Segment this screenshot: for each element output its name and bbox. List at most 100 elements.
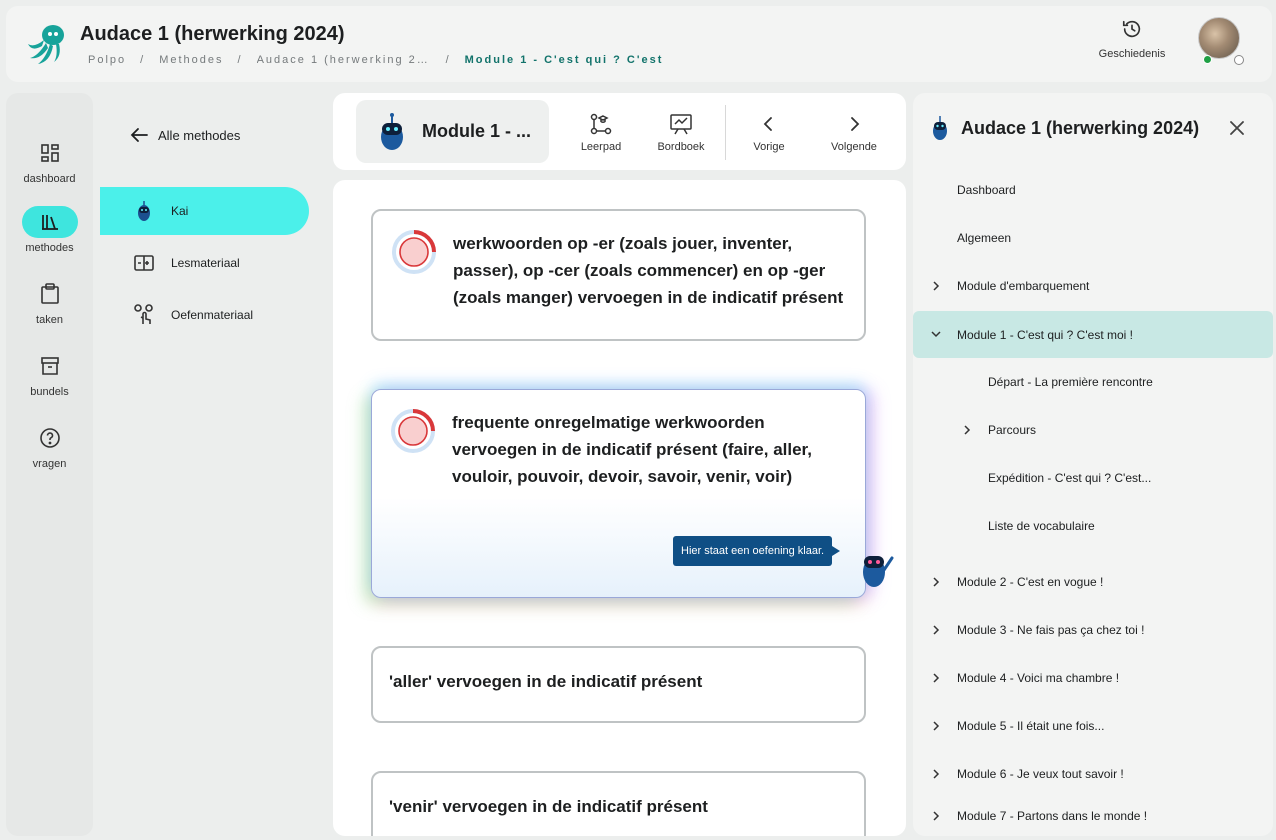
breadcrumb-method[interactable]: Audace 1 (herwerking 2024) — [257, 54, 432, 66]
exercise-card[interactable]: 'venir' vervoegen in de indicatif présen… — [371, 771, 866, 836]
method-item-kai[interactable]: Kai — [100, 187, 309, 235]
progress-ring-icon — [392, 230, 436, 274]
panel-title: Audace 1 (herwerking 2024) — [961, 117, 1200, 138]
octopus-logo-icon[interactable] — [24, 22, 68, 66]
tree-item-label: Module 6 - Je veux tout savoir ! — [957, 767, 1124, 781]
vorige-label: Vorige — [753, 141, 785, 153]
toolbar-divider — [725, 105, 726, 160]
chevron-right-icon[interactable] — [961, 424, 973, 436]
tree-item-algemeen[interactable]: Algemeen — [913, 218, 1273, 258]
practice-material-icon — [134, 304, 153, 324]
exercise-title: 'aller' vervoegen in de indicatif présen… — [389, 672, 703, 691]
dashboard-icon — [40, 144, 59, 162]
chevron-right-icon[interactable] — [930, 720, 942, 732]
tree-item-label: Module 4 - Voici ma chambre ! — [957, 671, 1120, 685]
books-icon — [41, 215, 58, 230]
rail-item-bundels[interactable]: bundels — [6, 350, 93, 398]
rail-label-vragen: vragen — [32, 458, 67, 470]
tree-item-module-6[interactable]: Module 6 - Je veux tout savoir ! — [913, 754, 1273, 794]
kai-robot-icon — [138, 201, 150, 221]
chevron-down-icon[interactable] — [930, 328, 942, 340]
tree-item-label: Module 7 - Partons dans le monde ! — [957, 809, 1148, 823]
rail-item-methodes[interactable]: methodes — [6, 206, 93, 254]
user-avatar[interactable] — [1198, 17, 1240, 59]
app-title: Audace 1 (herwerking 2024) — [80, 23, 345, 45]
breadcrumb-polpo[interactable]: Polpo — [88, 54, 126, 66]
module-chip-label: Module 1 - ... — [422, 121, 532, 141]
tree-item-label: Parcours — [988, 423, 1037, 437]
tree-item-module-1[interactable]: Module 1 - C'est qui ? C'est moi ! — [913, 311, 1273, 358]
rail-item-dashboard[interactable]: dashboard — [6, 137, 93, 185]
rail-label-taken: taken — [36, 314, 63, 326]
history-button[interactable]: Geschiedenis — [1090, 18, 1174, 60]
tree-item-module-embarquement[interactable]: Module d'embarquement — [913, 266, 1273, 306]
bordboek-button[interactable]: Bordboek — [645, 113, 717, 153]
tree-item-dashboard[interactable]: Dashboard — [913, 170, 1273, 210]
exercise-card-highlighted[interactable]: frequente onregelmatige werkwoorden verv… — [371, 389, 866, 598]
breadcrumb: Polpo / Methodes / Audace 1 (herwerking … — [88, 54, 665, 66]
tree-item-label: Module d'embarquement — [957, 279, 1090, 293]
tree-item-module-7[interactable]: Module 7 - Partons dans le monde ! — [913, 796, 1273, 836]
chevron-right-icon[interactable] — [930, 624, 942, 636]
method-item-label: Kai — [171, 204, 189, 218]
tree-item-module-3[interactable]: Module 3 - Ne fais pas ça chez toi ! — [913, 610, 1273, 650]
module-tree-panel: Audace 1 (herwerking 2024) Dashboard Alg… — [913, 93, 1273, 836]
exercise-title: frequente onregelmatige werkwoorden verv… — [452, 413, 812, 486]
module-selector[interactable]: Module 1 - ... — [356, 100, 549, 163]
history-label: Geschiedenis — [1098, 48, 1166, 60]
tree-item-depart[interactable]: Départ - La première rencontre — [913, 362, 1273, 402]
arrow-left-icon — [130, 128, 148, 142]
tree-item-parcours[interactable]: Parcours — [913, 410, 1273, 450]
kai-tooltip: Hier staat een oefening klaar. — [673, 536, 841, 566]
exercise-card[interactable]: 'aller' vervoegen in de indicatif présen… — [371, 646, 866, 723]
vorige-button[interactable]: Vorige — [733, 113, 805, 153]
method-item-label: Lesmateriaal — [171, 256, 240, 270]
chevron-right-icon[interactable] — [930, 280, 942, 292]
chevron-left-icon — [763, 117, 772, 131]
history-icon — [1122, 20, 1141, 38]
method-item-oefenmateriaal[interactable]: Oefenmateriaal — [100, 291, 309, 339]
method-item-label: Oefenmateriaal — [171, 308, 254, 322]
module-toolbar: Module 1 - ... Leerpad Bordboek Vorige V… — [333, 93, 906, 170]
tree-item-label: Module 3 - Ne fais pas ça chez toi ! — [957, 623, 1145, 637]
tree-item-vocabulaire[interactable]: Liste de vocabulaire — [913, 506, 1273, 546]
help-question-icon — [39, 428, 60, 448]
exercise-list: werkwoorden op -er (zoals jouer, invente… — [333, 180, 906, 836]
tree-item-label: Module 2 - C'est en vogue ! — [957, 575, 1104, 589]
lesson-material-icon — [134, 255, 154, 271]
rail-item-vragen[interactable]: vragen — [6, 422, 93, 470]
panel-header: Audace 1 (herwerking 2024) — [931, 115, 1199, 141]
method-item-lesmateriaal[interactable]: Lesmateriaal — [100, 239, 309, 287]
kai-robot-mascot-icon[interactable] — [858, 544, 894, 590]
whiteboard-icon — [670, 114, 692, 135]
tree-item-expedition[interactable]: Expédition - C'est qui ? C'est... — [913, 458, 1273, 498]
back-label: Alle methodes — [158, 127, 241, 143]
tree-item-label: Départ - La première rencontre — [988, 375, 1153, 389]
tree-item-label: Expédition - C'est qui ? C'est... — [988, 471, 1152, 485]
volgende-button[interactable]: Volgende — [818, 113, 890, 153]
exercise-card[interactable]: werkwoorden op -er (zoals jouer, invente… — [371, 209, 866, 341]
method-sidebar: Alle methodes Kai Lesmateriaal Oefenmate… — [100, 93, 320, 836]
leerpad-button[interactable]: Leerpad — [565, 113, 637, 153]
top-header: Audace 1 (herwerking 2024) Polpo / Metho… — [6, 6, 1272, 82]
rail-item-taken[interactable]: taken — [6, 278, 93, 326]
chevron-right-icon — [851, 117, 860, 131]
clipboard-icon — [40, 283, 59, 304]
rail-label-dashboard: dashboard — [23, 173, 76, 185]
back-to-methods-link[interactable]: Alle methodes — [130, 127, 240, 143]
rail-label-methodes: methodes — [25, 242, 74, 254]
progress-ring-icon — [391, 409, 435, 453]
chevron-right-icon[interactable] — [930, 768, 942, 780]
bordboek-label: Bordboek — [657, 141, 705, 153]
breadcrumb-methodes[interactable]: Methodes — [159, 54, 223, 66]
chevron-right-icon[interactable] — [930, 576, 942, 588]
tree-item-label: Liste de vocabulaire — [988, 519, 1095, 533]
tree-item-module-5[interactable]: Module 5 - Il était une fois... — [913, 706, 1273, 746]
close-icon[interactable] — [1228, 119, 1246, 137]
chevron-right-icon[interactable] — [930, 672, 942, 684]
chevron-right-icon[interactable] — [930, 810, 942, 822]
tree-item-module-4[interactable]: Module 4 - Voici ma chambre ! — [913, 658, 1273, 698]
volgende-label: Volgende — [831, 141, 877, 153]
tree-item-module-2[interactable]: Module 2 - C'est en vogue ! — [913, 562, 1273, 602]
breadcrumb-current: Module 1 - C'est qui ? C'est moi ! — [464, 54, 665, 66]
